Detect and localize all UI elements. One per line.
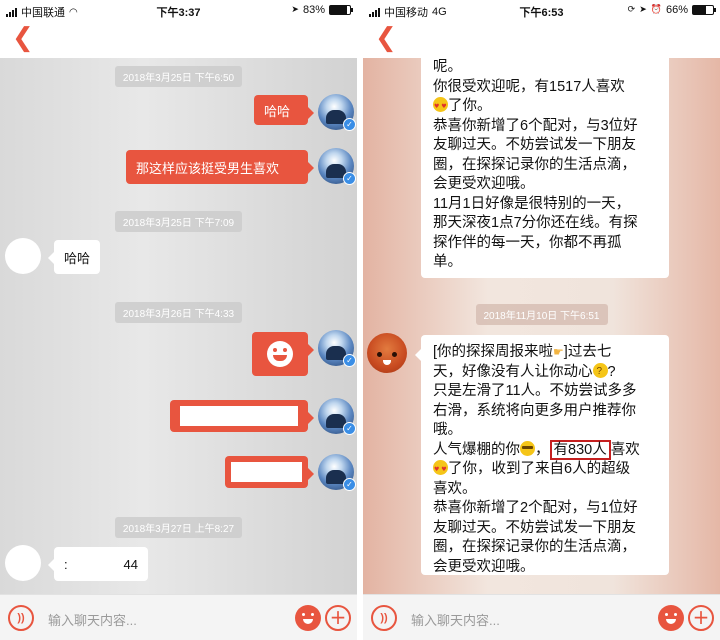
voice-icon[interactable]: )): [8, 605, 34, 631]
voice-icon[interactable]: )): [371, 605, 397, 631]
timestamp: 2018年11月10日 下午6:51: [363, 304, 720, 325]
report-line: [你的探探周报来啦☛]过去七: [433, 344, 612, 360]
message-bubble-in: 哈哈: [48, 240, 100, 274]
chat-input[interactable]: 输入聊天内容...: [411, 610, 500, 629]
battery-icon: [329, 5, 353, 15]
back-chevron-icon[interactable]: ❮: [375, 24, 397, 52]
status-right-group: ⟳ ➤ ⏰ 66%: [627, 4, 716, 16]
report-line: 呢。: [433, 59, 462, 75]
timestamp: 2018年3月27日 上午8:27: [0, 517, 357, 538]
lock-rotation-icon: ⟳: [627, 5, 636, 15]
avatar: [5, 545, 41, 581]
report-line: 友聊过天。不妨尝试发一下朋友: [433, 519, 636, 536]
location-icon: ➤: [639, 5, 647, 15]
left-screenshot: 中国联通 ◠ 下午3:37 ➤ 83% ❮ 2018年3月25日 下午6:50 …: [0, 0, 357, 640]
report-line: 只是左滑了11人。不妨尝试多多: [433, 383, 637, 399]
report-line: 右滑，系统将向更多用户推荐你: [433, 402, 636, 419]
report-line: 喜欢。: [433, 480, 477, 497]
nav-bar: ❮: [363, 20, 720, 58]
report-line: 那天深夜1点7分你还在线。有探: [433, 215, 638, 231]
pointing-hand-emoji-icon: ☛: [553, 345, 564, 359]
report-line: 你很受欢迎呢，有1517人喜欢: [433, 78, 625, 95]
sticker-bubble: [252, 332, 314, 376]
verified-badge-icon: ✓: [343, 422, 356, 435]
report-line: 圈，在探探记录你的生活点滴，: [433, 539, 636, 555]
alarm-icon: ⏰: [650, 5, 662, 15]
battery-percent: 66%: [665, 4, 688, 16]
battery-percent: 83%: [302, 4, 325, 16]
message-bubble-in: : 44: [48, 547, 148, 581]
verified-badge-icon: ✓: [343, 172, 356, 185]
report-line: 了你。: [433, 97, 657, 117]
report-line: 友聊过天。不妨尝试发一下朋友: [433, 137, 636, 153]
smiley-sticker-icon: [267, 341, 293, 367]
timestamp: 2018年3月26日 下午4:33: [0, 302, 357, 323]
verified-badge-icon: ✓: [343, 118, 356, 131]
report-line: 天，好像没有人让你动心?: [433, 362, 657, 383]
report-line: 会更受欢迎哦。: [433, 558, 535, 575]
highlight-box: 有830人: [549, 439, 611, 460]
report-line: 探作伴的每一天，你都不再孤: [433, 234, 622, 251]
emoji-icon[interactable]: [658, 605, 684, 631]
redacted-text: [231, 462, 302, 482]
report-line: 圈，在探探记录你的生活点滴，: [433, 156, 636, 173]
thinking-emoji-icon: [592, 362, 608, 381]
chat-input-bar: )) 输入聊天内容... +: [363, 594, 720, 640]
report-line: 11月1日好像是很特别的一天，: [433, 195, 631, 212]
message-bubble-out: 哈哈: [254, 95, 314, 125]
avatar: [5, 238, 41, 274]
report-line: 哦。: [433, 422, 462, 438]
report-line: 单。: [433, 254, 462, 270]
message-bubble-out: [225, 456, 314, 488]
verified-badge-icon: ✓: [343, 354, 356, 367]
redacted-text: [180, 406, 298, 426]
report-line: 恭喜你新增了2个配对，与1位好: [433, 500, 638, 516]
chat-input-bar: )) 输入聊天内容... +: [0, 594, 357, 640]
weekly-report-card: [你的探探周报来啦☛]过去七 天，好像没有人让你动心? 只是左滑了11人。不妨尝…: [415, 335, 669, 575]
message-bubble-out: 那这样应该挺受男生喜欢: [126, 150, 314, 184]
weekly-report-card-previous: 呢。 你很受欢迎呢，有1517人喜欢 了你。 恭喜你新增了6个配对，与3位好 友…: [421, 46, 669, 278]
right-screenshot: 呢。 你很受欢迎呢，有1517人喜欢 了你。 恭喜你新增了6个配对，与3位好 友…: [363, 0, 720, 640]
plus-icon[interactable]: +: [688, 605, 714, 631]
plus-icon[interactable]: +: [325, 605, 351, 631]
battery-icon: [692, 5, 716, 15]
back-chevron-icon[interactable]: ❮: [12, 24, 34, 52]
report-line: 会更受欢迎哦。: [433, 176, 535, 192]
heart-eyes-emoji-icon: [433, 460, 448, 480]
report-line: 人气爆棚的你，有830人 喜欢: [433, 439, 640, 460]
report-line: 恭喜你新增了6个配对，与3位好: [433, 117, 638, 134]
heart-eyes-emoji-icon: [433, 97, 448, 117]
report-line: 了你，收到了来自6人的超级: [433, 460, 657, 480]
status-right-group: ➤ 83%: [291, 4, 353, 16]
tantan-mascot-avatar: [367, 333, 407, 373]
message-bubble-out: [170, 400, 314, 432]
location-icon: ➤: [291, 5, 299, 15]
status-bar: 中国移动 4G 下午6:53 ⟳ ➤ ⏰ 66%: [363, 0, 720, 20]
emoji-icon[interactable]: [295, 605, 321, 631]
timestamp: 2018年3月25日 下午7:09: [0, 211, 357, 232]
nav-bar: ❮: [0, 20, 357, 58]
timestamp: 2018年3月25日 下午6:50: [0, 66, 357, 87]
status-bar: 中国联通 ◠ 下午3:37 ➤ 83%: [0, 0, 357, 20]
chat-input[interactable]: 输入聊天内容...: [48, 610, 137, 629]
cool-emoji-icon: [520, 440, 535, 456]
verified-badge-icon: ✓: [343, 478, 356, 491]
